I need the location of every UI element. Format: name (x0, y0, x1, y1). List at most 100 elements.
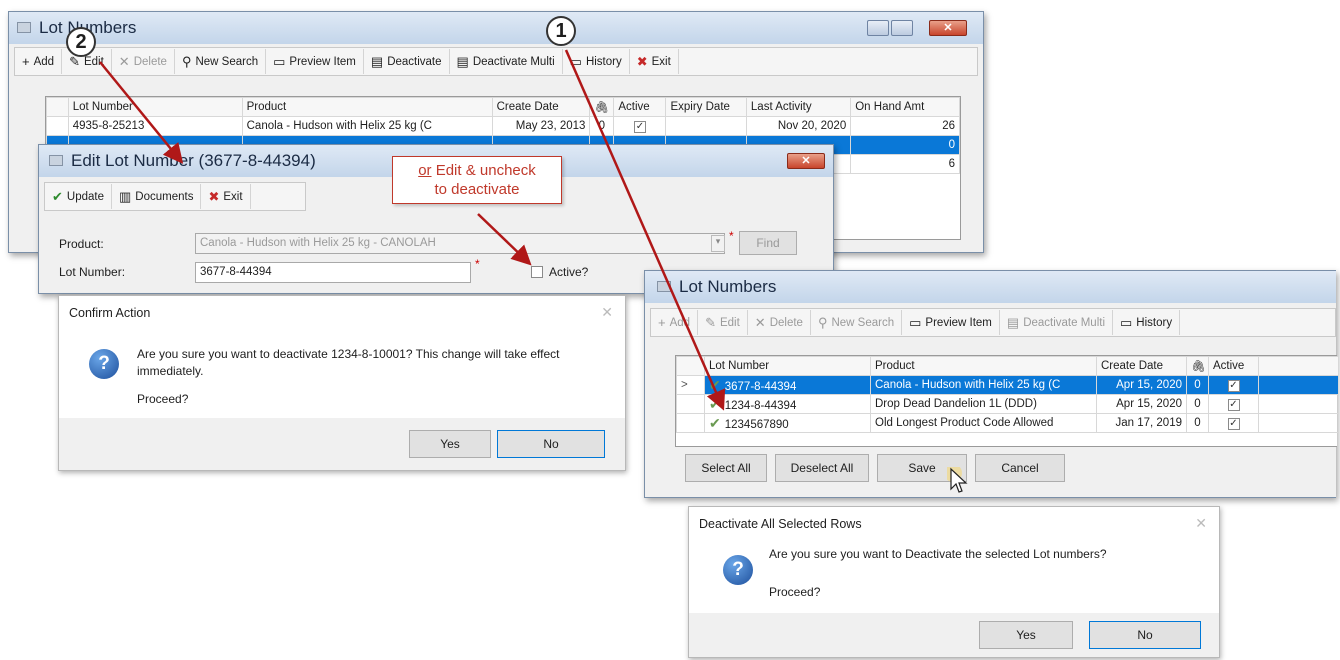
no-button[interactable]: No (1089, 621, 1201, 649)
pencil-icon: ✎ (69, 54, 80, 69)
document-icon: ▤ (1006, 315, 1020, 330)
document-icon: ▤ (456, 54, 469, 69)
multi-window-title: Lot Numbers (679, 277, 777, 296)
question-icon: ? (89, 349, 119, 379)
edit-window-title: Edit Lot Number (3677-8-44394) (71, 151, 316, 170)
exit-button[interactable]: ✖ Exit (630, 49, 679, 74)
deactivate-button[interactable]: ▤ Deactivate (364, 49, 450, 74)
binoculars-icon: ⚲ (181, 54, 192, 69)
select-all-button[interactable]: Select All (685, 454, 767, 482)
yes-button[interactable]: Yes (409, 430, 491, 458)
col-on-hand[interactable]: On Hand Amt (850, 97, 960, 117)
confirm-message: Are you sure you want to deactivate 1234… (137, 347, 560, 378)
lot-numbers-multi-window: Lot Numbers + Add ✎ Edit ✕ Delete ⚲ New Sear… (644, 270, 1339, 498)
preview-item-button[interactable]: ▭ Preview Item (902, 310, 1000, 335)
active-checkbox[interactable]: ✓ (1227, 398, 1240, 411)
no-button[interactable]: No (497, 430, 605, 458)
col-expiry-date[interactable]: Expiry Date (665, 97, 747, 117)
check-mark-icon[interactable]: ✔ (709, 396, 721, 412)
table-row[interactable]: > ✔ 3677-8-44394 Canola - Hudson with Hel… (676, 375, 1339, 395)
col-lot-number[interactable]: Lot Number (704, 356, 871, 376)
exit-icon: ✖ (208, 189, 220, 204)
delete-button[interactable]: ✕ Delete (748, 310, 811, 335)
active-checkbox[interactable]: ✓ (633, 120, 646, 133)
plus-icon: + (22, 54, 30, 69)
exit-icon: ✖ (636, 54, 648, 69)
deactivate-selected-dialog: Deactivate All Selected Rows ✕ ? Are you… (688, 506, 1220, 658)
history-button[interactable]: ▭ History (1113, 310, 1181, 335)
col-create-date[interactable]: Create Date (491, 97, 591, 117)
document-icon: ▤ (370, 54, 384, 69)
col-product[interactable]: Product (241, 97, 493, 117)
close-button[interactable]: ✕ (787, 153, 825, 169)
window-app-icon (657, 281, 671, 292)
col-active[interactable]: Active (613, 97, 667, 117)
deactivate-message: Are you sure you want to Deactivate the … (769, 547, 1107, 561)
deactivate-multi-button[interactable]: ▤ Deactivate Multi (450, 49, 563, 74)
deselect-all-button[interactable]: Deselect All (775, 454, 869, 482)
dialog-title: Deactivate All Selected Rows (699, 517, 862, 531)
delete-button[interactable]: ✕ Delete (112, 49, 175, 74)
exit-button[interactable]: ✖ Exit (201, 184, 251, 209)
confirm-action-dialog: Confirm Action ✕ ? Are you sure you want… (58, 295, 626, 471)
new-search-button[interactable]: ⚲ New Search (175, 49, 267, 74)
col-product[interactable]: Product (870, 356, 1097, 376)
add-button[interactable]: + Add (651, 310, 699, 335)
col-active[interactable]: Active (1208, 356, 1259, 376)
lot-number-field[interactable]: 3677-8-44394 (195, 262, 471, 283)
col-lot-number[interactable]: Lot Number (67, 97, 243, 117)
minimize-button[interactable] (867, 20, 889, 36)
history-button[interactable]: ▭ History (563, 49, 630, 74)
col-attachments[interactable]: 🖇 (589, 97, 615, 117)
title-bar: Lot Numbers ✕ (9, 12, 983, 44)
table-row[interactable]: ✔ 1234567890 Old Longest Product Code All… (676, 413, 1339, 433)
history-icon: ▭ (1120, 315, 1133, 330)
cancel-button[interactable]: Cancel (975, 454, 1065, 482)
close-button[interactable]: ✕ (929, 20, 967, 36)
dialog-footer: Yes No (59, 418, 625, 470)
check-mark-icon[interactable]: ✔ (709, 377, 721, 393)
grid-header-row: Lot Number Product Create Date 🖇 Active … (46, 97, 960, 117)
active-checkbox[interactable] (531, 266, 543, 278)
window-app-icon (49, 155, 63, 166)
step-two-callout: 2 (66, 27, 96, 57)
close-icon[interactable]: ✕ (601, 304, 613, 321)
maximize-button[interactable] (891, 20, 913, 36)
row-pointer: > (676, 375, 705, 395)
edit-toolbar: ✔ Update ▥ Documents ✖ Exit (44, 182, 306, 211)
proceed-text: Proceed? (769, 585, 821, 599)
mouse-cursor-icon (947, 467, 968, 493)
row-header-cell (46, 97, 69, 117)
find-button[interactable]: Find (739, 231, 797, 255)
preview-icon: ▭ (273, 54, 286, 69)
product-label: Product: (59, 237, 104, 251)
update-button[interactable]: ✔ Update (45, 184, 112, 209)
close-icon[interactable]: ✕ (1195, 515, 1207, 532)
history-icon: ▭ (569, 54, 582, 69)
active-checkbox[interactable]: ✓ (1227, 379, 1240, 392)
preview-item-button[interactable]: ▭ Preview Item (266, 49, 364, 74)
multi-toolbar: + Add ✎ Edit ✕ Delete ⚲ New Search ▭ Preview … (650, 308, 1336, 337)
documents-button[interactable]: ▥ Documents (112, 184, 202, 209)
add-button[interactable]: + Add (15, 49, 63, 74)
yes-button[interactable]: Yes (979, 621, 1073, 649)
product-field[interactable]: Canola - Hudson with Helix 25 kg - CANOL… (195, 233, 725, 254)
window-app-icon (17, 22, 31, 33)
table-row[interactable]: ✔ 1234-8-44394 Drop Dead Dandelion 1L (DD… (676, 394, 1339, 414)
active-checkbox[interactable]: ✓ (1227, 417, 1240, 430)
edit-button[interactable]: ✎ Edit (698, 310, 748, 335)
dialog-footer: Yes No (689, 613, 1219, 657)
new-search-button[interactable]: ⚲ New Search (811, 310, 903, 335)
check-mark-icon[interactable]: ✔ (709, 415, 721, 431)
col-attachments[interactable]: 🖇 (1186, 356, 1209, 376)
active-label: Active? (549, 265, 589, 279)
grid-header-row: Lot Number Product Create Date 🖇 Active (676, 356, 1339, 376)
deactivate-multi-button[interactable]: ▤ Deactivate Multi (1000, 310, 1113, 335)
preview-icon: ▭ (909, 315, 922, 330)
col-create-date[interactable]: Create Date (1096, 356, 1187, 376)
table-row[interactable]: 4935-8-25213 Canola - Hudson with Helix … (46, 116, 960, 136)
col-last-activity[interactable]: Last Activity (745, 97, 852, 117)
binoculars-icon: ⚲ (817, 315, 828, 330)
chevron-down-icon[interactable]: ▾ (711, 235, 725, 252)
check-circle-icon: ✔ (52, 189, 63, 204)
